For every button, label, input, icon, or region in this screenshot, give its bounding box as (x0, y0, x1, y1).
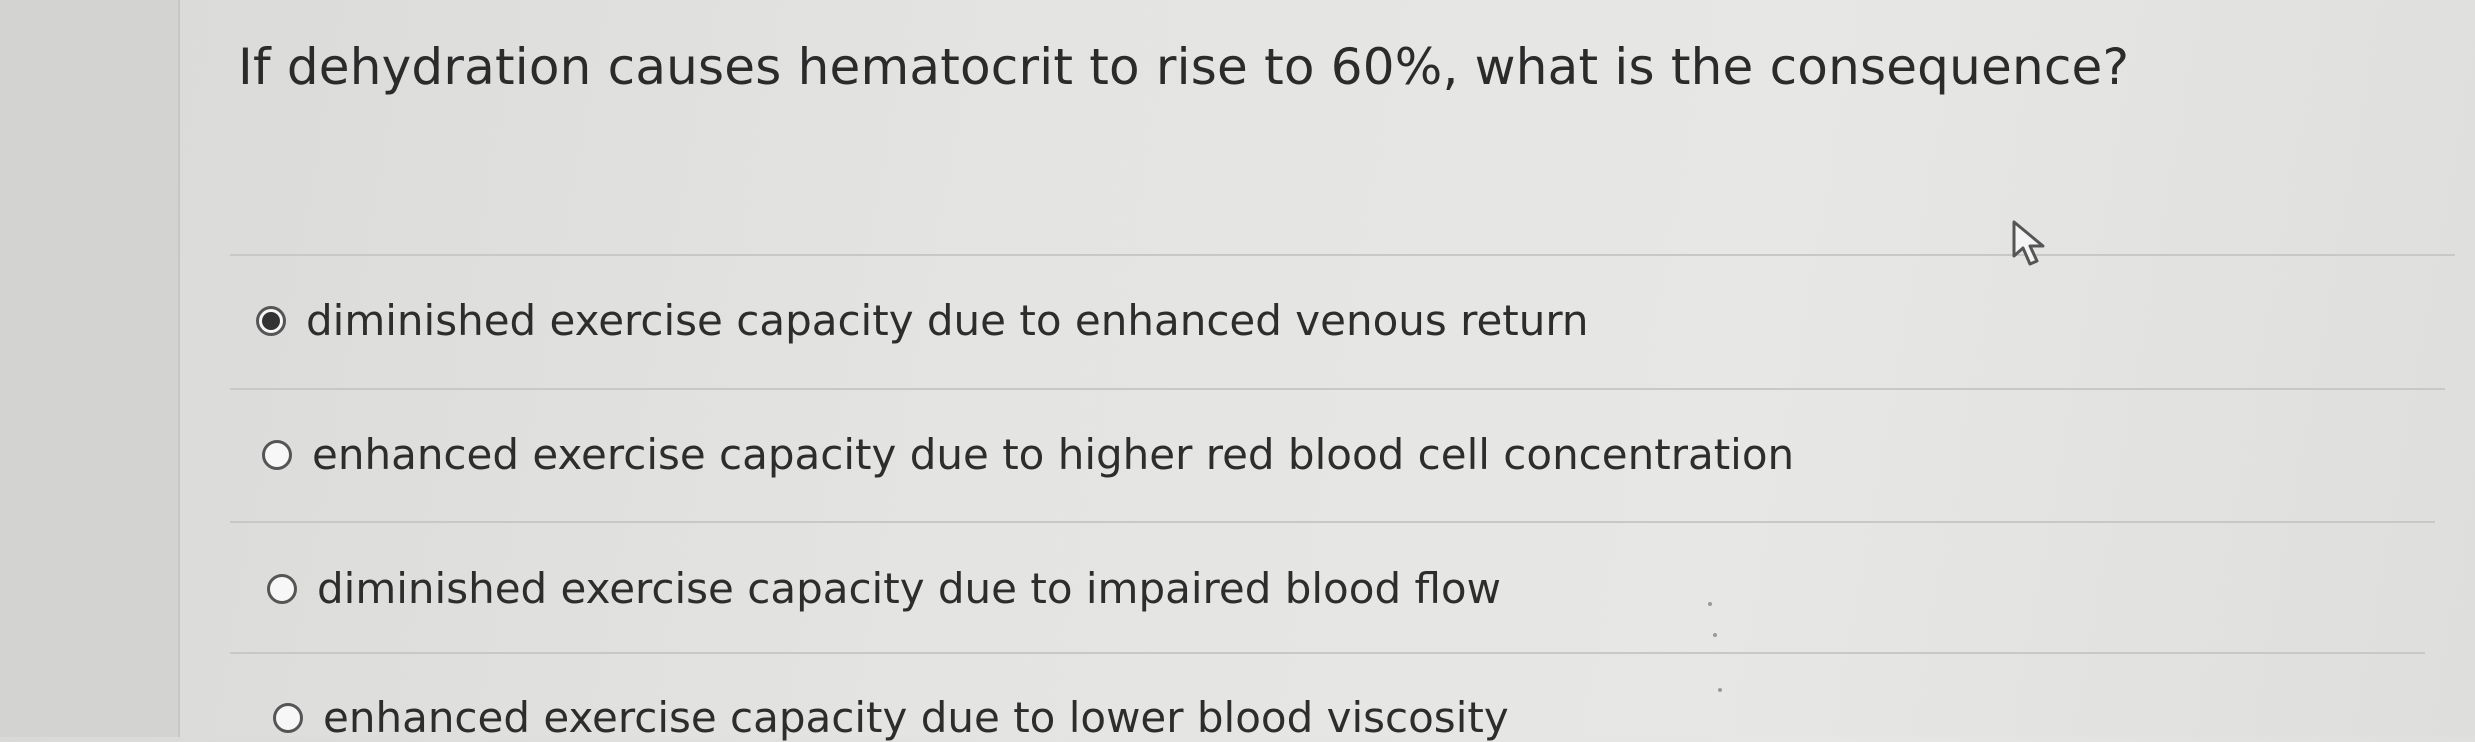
screen-speck (1718, 688, 1722, 692)
radio-unselected-icon[interactable] (262, 440, 292, 470)
answer-option-2[interactable]: enhanced exercise capacity due to higher… (262, 434, 1794, 476)
screen-speck (1713, 633, 1717, 637)
radio-unselected-icon[interactable] (267, 574, 297, 604)
screen-speck (1708, 602, 1712, 606)
option-divider-2 (230, 521, 2435, 523)
answer-option-label: enhanced exercise capacity due to lower … (323, 693, 1509, 742)
mouse-pointer-icon (2012, 220, 2045, 266)
radio-dot-icon (262, 312, 280, 330)
radio-unselected-icon[interactable] (273, 703, 303, 733)
answer-option-1[interactable]: diminished exercise capacity due to enha… (256, 300, 1589, 342)
option-divider-3 (230, 652, 2425, 654)
question-divider (230, 254, 2455, 256)
answer-option-4[interactable]: enhanced exercise capacity due to lower … (273, 697, 1509, 739)
question-text: If dehydration causes hematocrit to rise… (238, 38, 2130, 96)
radio-selected-icon[interactable] (256, 306, 286, 336)
answer-option-label: diminished exercise capacity due to enha… (306, 296, 1589, 345)
left-panel-border (0, 0, 180, 737)
answer-option-3[interactable]: diminished exercise capacity due to impa… (267, 568, 1501, 610)
answer-option-label: diminished exercise capacity due to impa… (317, 564, 1501, 613)
answer-option-label: enhanced exercise capacity due to higher… (312, 430, 1795, 479)
option-divider-1 (230, 388, 2445, 390)
